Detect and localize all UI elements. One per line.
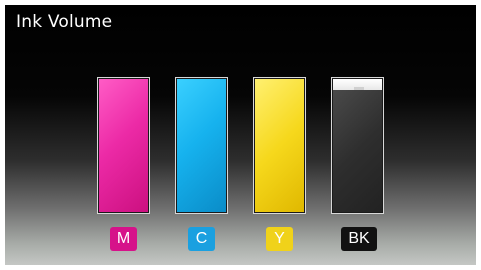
ink-label-yellow: Y — [266, 227, 293, 251]
ink-gauge-magenta — [99, 79, 148, 212]
ink-level-black — [333, 89, 382, 212]
ink-level-yellow — [255, 79, 304, 212]
ink-level-cyan — [177, 79, 226, 212]
ink-gauge-yellow — [255, 79, 304, 212]
ink-cartridge-cyan — [175, 77, 228, 214]
ink-cartridge-yellow — [253, 77, 306, 214]
ink-gauge-cyan — [177, 79, 226, 212]
ink-label-cyan: C — [188, 227, 215, 251]
ink-gauge-black — [333, 79, 382, 212]
page-title: Ink Volume — [16, 12, 113, 32]
ink-empty-portion — [333, 79, 382, 90]
ink-cartridge-magenta — [97, 77, 150, 214]
ink-label-magenta: M — [110, 227, 137, 251]
ink-volume-screen: Ink Volume M C Y BK — [5, 5, 476, 265]
ink-cartridge-black — [331, 77, 384, 214]
ink-label-black: BK — [341, 227, 377, 251]
ink-level-magenta — [99, 79, 148, 212]
